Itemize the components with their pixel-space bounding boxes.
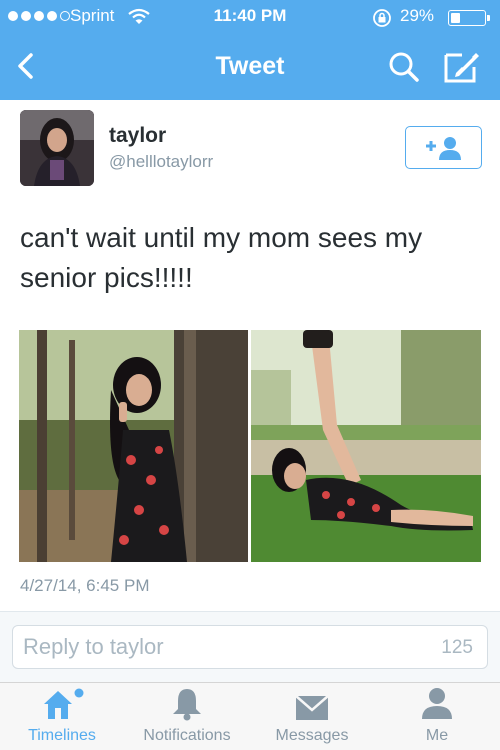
character-counter: 125 <box>441 637 473 658</box>
tweet-photo-2[interactable] <box>251 330 481 562</box>
search-icon <box>389 52 419 82</box>
author-handle[interactable]: @helllotaylorr <box>109 152 213 172</box>
tab-label: Me <box>425 727 449 744</box>
top-bar: Sprint 11:40 PM 29% Tweet <box>0 0 500 100</box>
follow-button[interactable] <box>405 126 482 169</box>
status-bar: Sprint 11:40 PM 29% <box>0 0 500 34</box>
tab-bar: Timelines Notifications Messages Me <box>0 682 500 750</box>
tweet-text: can't wait until my mom sees my senior p… <box>20 222 423 293</box>
tab-timelines[interactable]: Timelines <box>16 683 108 750</box>
battery-icon <box>448 10 490 26</box>
tab-notifications[interactable]: Notifications <box>133 683 241 750</box>
tweet-timestamp: 4/27/14, 6:45 PM <box>20 576 150 595</box>
rotation-lock-icon <box>372 8 392 33</box>
reply-input[interactable] <box>23 626 403 668</box>
envelope-icon <box>295 695 329 720</box>
person-icon <box>422 688 452 719</box>
search-button[interactable] <box>384 48 424 86</box>
home-icon <box>44 688 84 719</box>
battery-percent: 29% <box>400 6 435 25</box>
compose-button[interactable] <box>441 46 483 86</box>
page-title: Tweet <box>215 52 285 80</box>
tab-me[interactable]: Me <box>412 683 462 750</box>
tab-label: Messages <box>275 727 349 744</box>
add-user-icon <box>425 136 461 160</box>
tab-messages[interactable]: Messages <box>266 683 358 750</box>
author-name[interactable]: taylor <box>109 124 166 148</box>
bell-icon <box>173 689 201 721</box>
avatar[interactable] <box>20 110 94 186</box>
tab-label: Timelines <box>28 727 96 744</box>
compose-icon <box>444 53 479 83</box>
tweet-photo-1[interactable] <box>19 330 248 562</box>
tab-label: Notifications <box>143 727 231 744</box>
reply-box[interactable]: 125 <box>12 625 488 669</box>
